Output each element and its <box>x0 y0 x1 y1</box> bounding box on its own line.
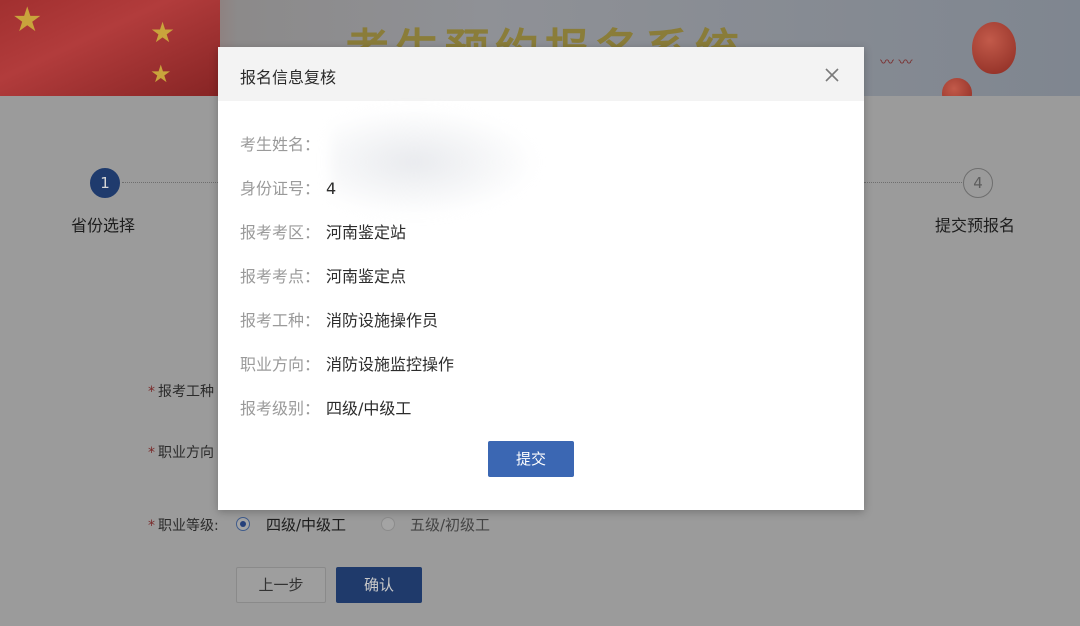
level-option-4-label[interactable]: 四级/中级工 <box>266 514 346 535</box>
review-modal: 报名信息复核 考生姓名： 身份证号： 4 报考考区： 河南鉴定站 报考考点： 河南鉴定… <box>218 47 864 510</box>
level-option-5-label[interactable]: 五级/初级工 <box>410 514 490 535</box>
star-icon: ★ <box>12 0 43 40</box>
exam-type-label: * 报考工种 <box>148 384 214 400</box>
step-connector <box>122 182 222 183</box>
balloon-icon <box>972 22 1016 74</box>
redacted-area <box>330 107 540 217</box>
step-1-label: 省份选择 <box>71 216 136 235</box>
balloon-icon <box>942 78 972 96</box>
modal-title: 报名信息复核 <box>240 68 337 87</box>
step-1-circle: 1 <box>90 168 120 198</box>
required-mark: * <box>148 384 155 400</box>
info-row-direction: 职业方向： 消防设施监控操作 <box>240 355 455 374</box>
step-connector <box>864 182 964 183</box>
close-icon[interactable] <box>821 64 843 86</box>
level-radio-4[interactable] <box>236 517 250 531</box>
info-row-id: 身份证号： 4 <box>240 179 337 198</box>
step-4-circle: 4 <box>963 168 993 198</box>
info-row-trade: 报考工种： 消防设施操作员 <box>240 311 439 330</box>
step-4-label: 提交预报名 <box>935 216 1016 235</box>
direction-label: * 职业方向 <box>148 445 214 461</box>
birds-icon: 〰 〰 <box>880 55 913 71</box>
info-row-level: 报考级别： 四级/中级工 <box>240 399 412 418</box>
modal-header: 报名信息复核 <box>218 47 864 101</box>
info-row-site: 报考考点： 河南鉴定点 <box>240 267 407 286</box>
required-mark: * <box>148 518 155 534</box>
info-row-name: 考生姓名： <box>240 135 321 154</box>
submit-button[interactable]: 提交 <box>488 441 574 477</box>
star-icon: ★ <box>150 16 176 49</box>
confirm-button[interactable]: 确认 <box>336 567 422 603</box>
prev-button[interactable]: 上一步 <box>236 567 326 603</box>
required-mark: * <box>148 445 155 461</box>
level-radio-5[interactable] <box>381 517 395 531</box>
level-label: * 职业等级: <box>148 518 219 534</box>
star-icon: ★ <box>150 60 172 88</box>
info-row-region: 报考考区： 河南鉴定站 <box>240 223 407 242</box>
